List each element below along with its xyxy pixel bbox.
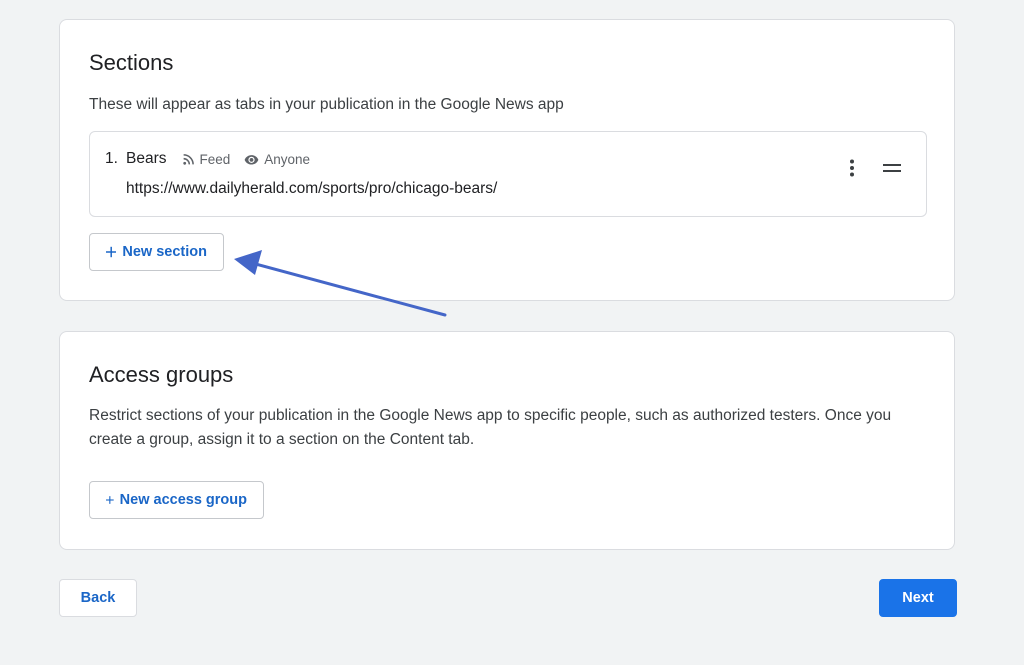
sections-card: Sections These will appear as tabs in yo… xyxy=(59,19,955,301)
plus-icon xyxy=(106,496,114,504)
plus-icon xyxy=(106,246,117,258)
sections-title: Sections xyxy=(89,50,174,75)
back-button[interactable]: Back xyxy=(59,579,137,617)
drag-handle[interactable] xyxy=(880,158,904,178)
access-groups-title: Access groups xyxy=(89,362,234,387)
new-access-group-label: New access group xyxy=(119,492,247,508)
new-section-button[interactable]: New section xyxy=(89,233,224,271)
section-item-visibility: Anyone xyxy=(244,152,310,167)
rss-feed-icon xyxy=(182,153,194,165)
sections-description: These will appear as tabs in your public… xyxy=(89,96,564,113)
section-item-name: Bears xyxy=(126,150,167,167)
section-item-url: https://www.dailyherald.com/sports/pro/c… xyxy=(126,180,498,197)
section-item-visibility-label: Anyone xyxy=(264,151,311,167)
access-groups-description: Restrict sections of your publication in… xyxy=(89,407,892,448)
section-item-type-label: Feed xyxy=(199,151,231,167)
drag-handle-icon xyxy=(883,164,901,172)
section-item-number: 1. xyxy=(105,150,118,167)
section-list-item[interactable]: 1. Bears Feed Anyone https://www.dailyhe… xyxy=(89,131,927,217)
access-groups-card: Access groups Restrict sections of your … xyxy=(59,331,955,550)
more-vert-icon xyxy=(850,159,854,177)
section-item-type: Feed xyxy=(182,151,231,167)
section-item-header: 1. Bears Feed Anyone xyxy=(105,150,324,168)
next-button[interactable]: Next xyxy=(879,579,957,617)
more-options-button[interactable] xyxy=(840,156,864,180)
eye-icon xyxy=(244,154,259,164)
new-section-label: New section xyxy=(122,244,207,260)
new-access-group-button[interactable]: New access group xyxy=(89,481,264,519)
